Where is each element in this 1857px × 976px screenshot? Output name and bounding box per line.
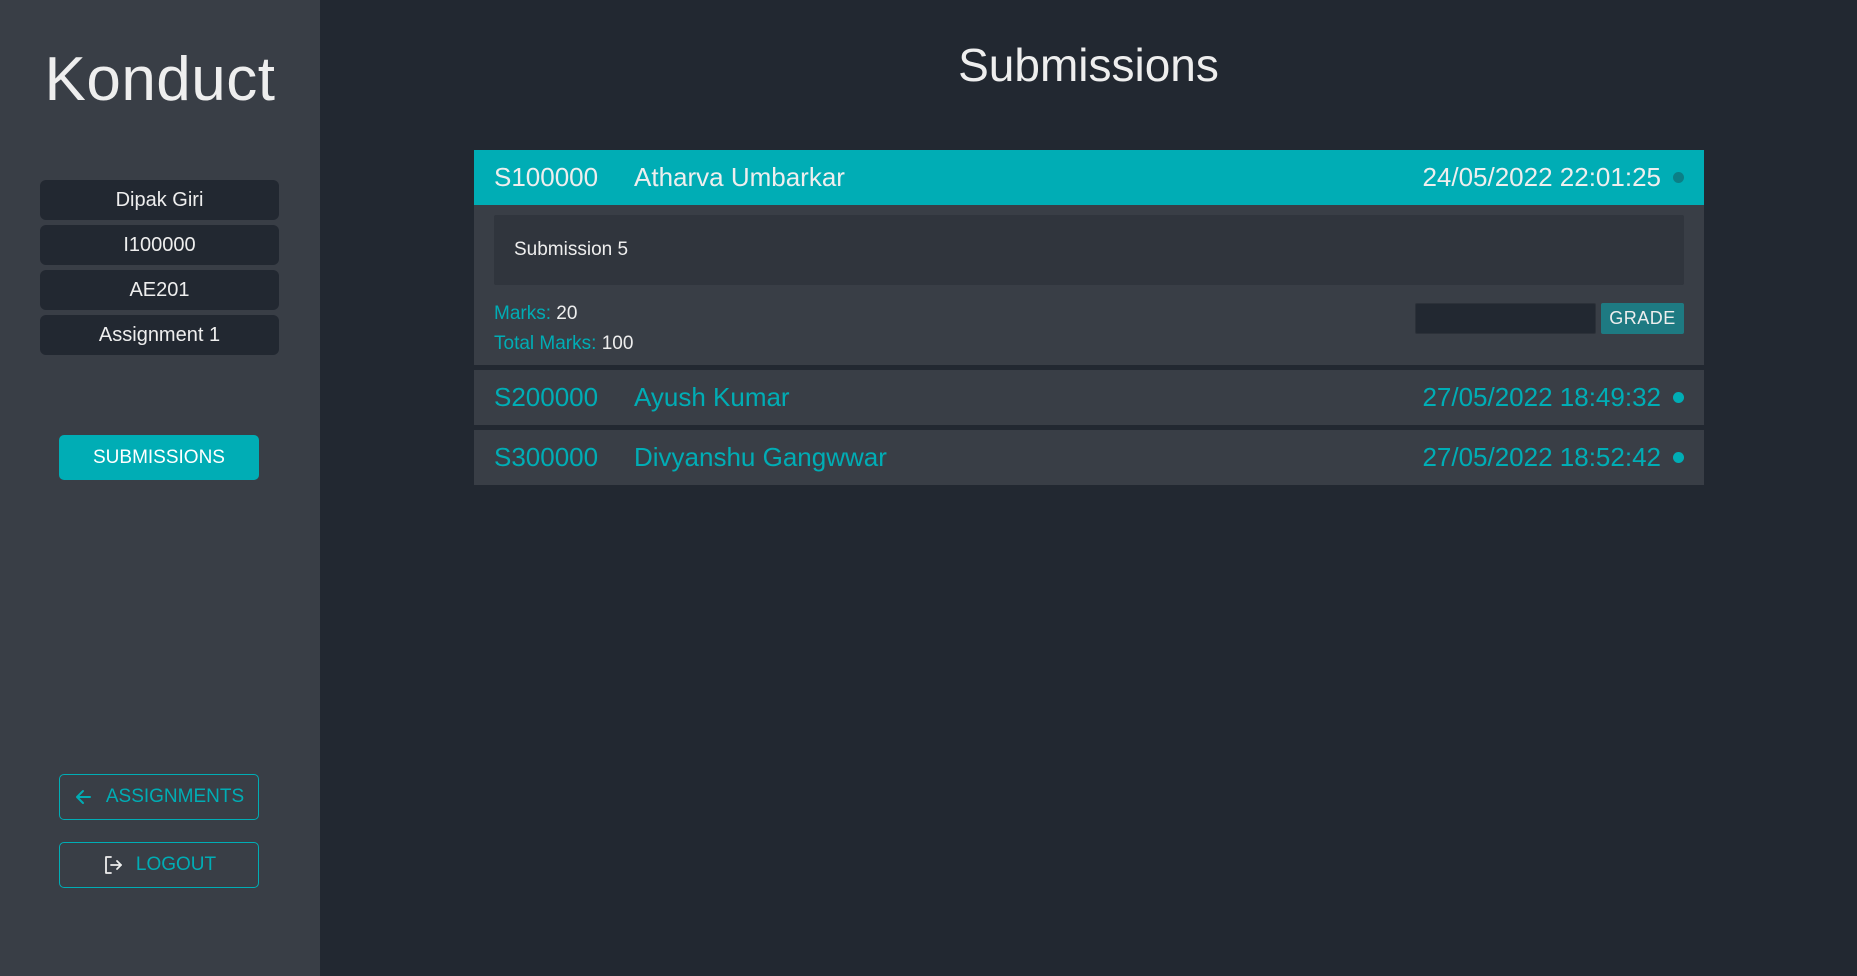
logout-icon	[102, 854, 124, 876]
submission-student-name: Ayush Kumar	[634, 382, 790, 412]
grade-controls: GRADE	[1415, 303, 1684, 334]
submission-row[interactable]: S300000 Divyanshu Gangwwar 27/05/2022 18…	[474, 430, 1704, 485]
submissions-button[interactable]: SUBMISSIONS	[59, 435, 259, 480]
submission-date: 27/05/2022 18:52:42	[1422, 442, 1661, 472]
user-info-list: Dipak Giri I100000 AE201 Assignment 1	[40, 180, 279, 360]
submission-date: 24/05/2022 22:01:25	[1422, 162, 1661, 192]
info-assignment-name: Assignment 1	[40, 315, 279, 355]
assignments-button[interactable]: ASSIGNMENTS	[59, 774, 259, 820]
assignments-button-label: ASSIGNMENTS	[105, 786, 245, 807]
marks-label: Marks:	[494, 303, 551, 324]
submission-student-name: Atharva Umbarkar	[634, 162, 845, 192]
submission-row[interactable]: S200000 Ayush Kumar 27/05/2022 18:49:32	[474, 370, 1704, 425]
submission-detail-panel: Submission 5 Marks: 20 Total Marks: 100 …	[474, 205, 1704, 365]
page-title: Submissions	[958, 39, 1219, 91]
grade-button[interactable]: GRADE	[1601, 303, 1684, 334]
submission-content: Submission 5	[494, 215, 1684, 285]
sidebar: Konduct Dipak Giri I100000 AE201 Assignm…	[0, 0, 320, 976]
submission-student-id: S300000	[494, 442, 599, 472]
marks-value: 20	[556, 303, 578, 324]
total-marks-value: 100	[601, 333, 634, 354]
submission-student-id: S100000	[494, 162, 599, 192]
logout-button-label: LOGOUT	[135, 854, 217, 875]
info-teacher-name: Dipak Giri	[40, 180, 279, 220]
status-dot-icon	[1673, 452, 1684, 463]
info-teacher-id: I100000	[40, 225, 279, 265]
status-dot-icon	[1673, 392, 1684, 403]
submission-list: S100000 Atharva Umbarkar 24/05/2022 22:0…	[474, 150, 1704, 490]
submission-student-id: S200000	[494, 382, 599, 412]
submission-student-name: Divyanshu Gangwwar	[634, 442, 887, 472]
app: Konduct Dipak Giri I100000 AE201 Assignm…	[0, 0, 1857, 976]
submission-date: 27/05/2022 18:49:32	[1422, 382, 1661, 412]
arrow-left-icon	[74, 787, 94, 807]
submission-row-active[interactable]: S100000 Atharva Umbarkar 24/05/2022 22:0…	[474, 150, 1704, 205]
grade-input[interactable]	[1415, 303, 1596, 334]
status-dot-icon	[1673, 172, 1684, 183]
main-content: Submissions S100000 Atharva Umbarkar 24/…	[320, 0, 1857, 976]
info-course-code: AE201	[40, 270, 279, 310]
logout-button[interactable]: LOGOUT	[59, 842, 259, 888]
total-marks-label: Total Marks:	[494, 333, 597, 354]
brand-logo: Konduct	[44, 45, 276, 114]
